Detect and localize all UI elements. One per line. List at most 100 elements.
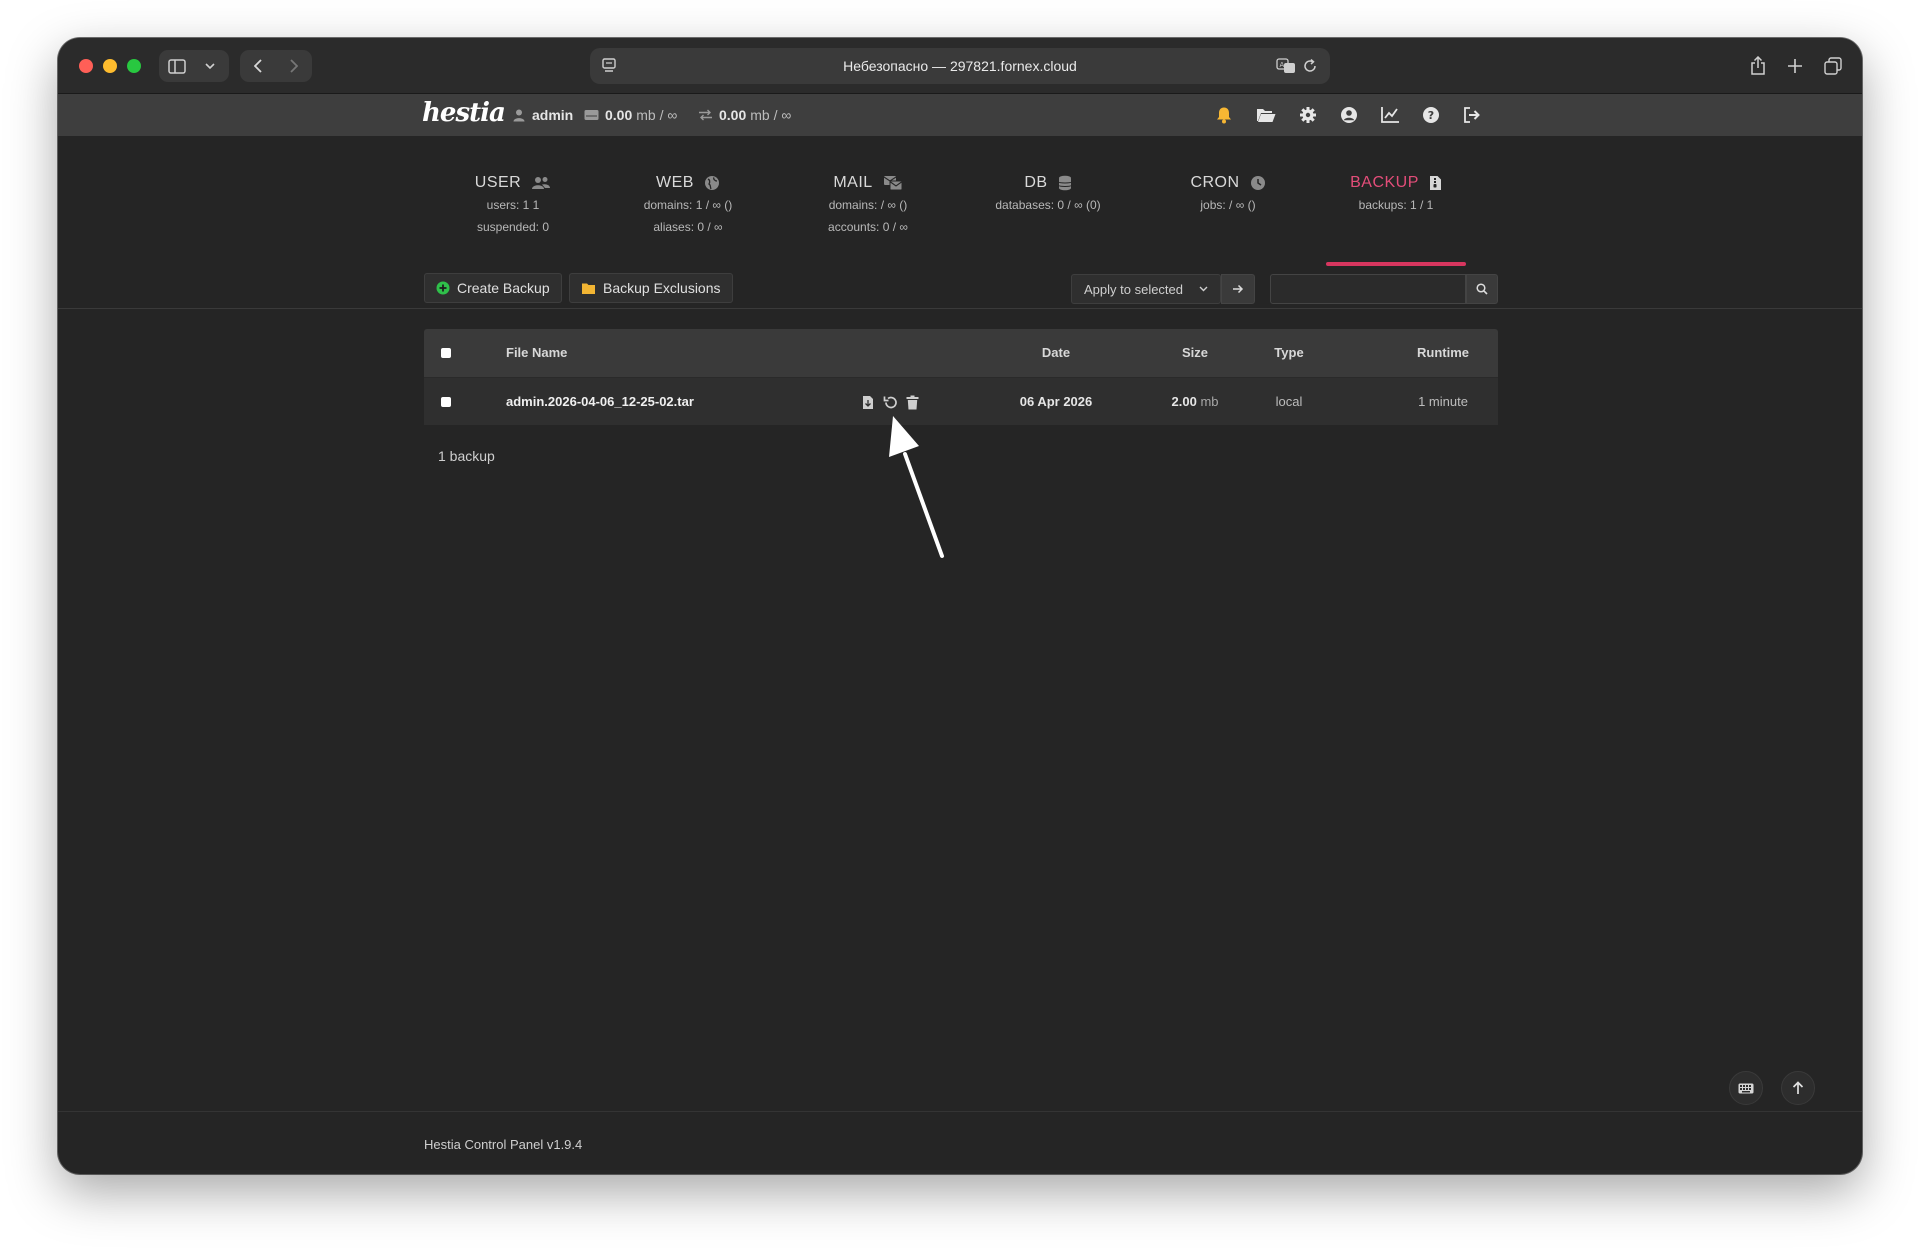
chevron-down-icon [1199,286,1208,292]
delete-backup-button[interactable] [904,393,920,411]
chevron-left-icon [254,59,262,73]
tab-web-line1: domains: 1 / ∞ () [643,198,733,212]
bell-icon [1217,107,1231,124]
col-type[interactable]: Type [1244,329,1334,377]
server-settings-button[interactable] [1298,105,1318,125]
tab-web-label: WEB [656,174,694,191]
scroll-to-top-button[interactable] [1781,1071,1815,1105]
database-icon [1058,175,1072,191]
logout-button[interactable] [1462,105,1482,125]
tab-cron[interactable]: CRON jobs: / ∞ () [1158,172,1298,216]
zoom-window-button[interactable] [127,59,141,73]
globe-icon [704,176,719,190]
plus-circle-icon [436,281,450,295]
statistics-button[interactable] [1380,105,1400,125]
header-user[interactable]: admin [512,94,573,136]
tab-user[interactable]: USER users: 1 1 suspended: 0 [443,172,583,238]
tab-web-title: WEB [618,172,758,194]
row-size-unit: mb [1200,394,1219,409]
backup-toolbar: Create Backup Backup Exclusions Apply to… [58,267,1862,309]
restore-backup-button[interactable] [882,393,898,411]
create-backup-label: Create Backup [457,280,550,296]
chart-line-icon [1381,107,1399,123]
tab-mail[interactable]: MAIL domains: / ∞ () accounts: 0 / ∞ [798,172,938,238]
row-checkbox[interactable] [441,397,451,407]
table-header: File Name Date Size Type Runtime [424,329,1498,377]
header-disk-usage: 0.00 mb / ∞ [584,94,677,136]
file-download-icon [863,395,873,409]
tab-overview-button[interactable] [1818,50,1848,82]
transfer-arrows-icon [699,109,712,121]
select-all-checkbox[interactable] [441,348,451,358]
download-backup-button[interactable] [860,393,876,411]
address-bar[interactable]: Небезопасно — 297821.fornex.cloud A [590,48,1330,84]
col-file-name[interactable]: File Name [506,329,567,377]
disk-usage-value: 0.00 [605,107,633,123]
tab-backup-title: BACKUP [1326,172,1466,194]
backup-count: 1 backup [438,448,495,464]
folder-open-icon [1257,109,1276,122]
tab-mail-title: MAIL [798,172,938,194]
svg-text:A: A [1280,61,1285,69]
share-button[interactable] [1743,50,1773,82]
tab-backup-label: BACKUP [1350,174,1419,191]
row-actions [860,393,920,411]
folder-icon [582,283,595,294]
create-backup-button[interactable]: Create Backup [424,273,562,303]
tab-web[interactable]: WEB domains: 1 / ∞ () aliases: 0 / ∞ [618,172,758,238]
close-window-button[interactable] [79,59,93,73]
undo-icon [883,396,897,408]
tab-user-title: USER [443,172,583,194]
user-account-button[interactable] [1339,105,1359,125]
new-tab-button[interactable] [1780,50,1810,82]
address-text: Небезопасно — 297821.fornex.cloud [843,58,1077,74]
sidebar-toggle-group [159,50,229,82]
keyboard-shortcuts-button[interactable] [1729,1071,1763,1105]
tab-mail-line2: accounts: 0 / ∞ [828,220,908,234]
row-type: local [1275,394,1303,409]
backups-table: File Name Date Size Type Runtime admin.2… [424,329,1498,425]
table-row: admin.2026-04-06_12-25-02.tar 06 Apr 202… [424,377,1498,425]
footer-divider [58,1111,1862,1112]
hestia-logo[interactable]: hestia [422,98,506,128]
tab-user-label: USER [474,174,522,191]
forward-button[interactable] [276,50,312,82]
row-size-value: 2.00 [1171,394,1197,409]
col-size[interactable]: Size [1150,329,1240,377]
chevron-down-icon [205,62,215,69]
col-date[interactable]: Date [986,329,1126,377]
help-button[interactable]: ? [1421,105,1441,125]
browser-window: Небезопасно — 297821.fornex.cloud A hest… [58,38,1862,1174]
sidebar-toggle-button[interactable] [159,50,195,82]
trash-icon [906,395,918,409]
tab-mail-line1: domains: / ∞ () [828,198,908,212]
minimize-window-button[interactable] [103,59,117,73]
file-manager-button[interactable] [1256,105,1276,125]
browser-titlebar: Небезопасно — 297821.fornex.cloud A [58,38,1862,94]
header-bandwidth-usage: 0.00 mb / ∞ [698,94,791,136]
col-runtime[interactable]: Runtime [1388,329,1498,377]
arrow-right-icon [1233,284,1244,294]
search-button[interactable] [1466,274,1498,304]
stats-tabs: USER users: 1 1 suspended: 0 WEB domains… [58,136,1862,264]
mail-icon [883,176,903,191]
backup-exclusions-button[interactable]: Backup Exclusions [569,273,733,303]
row-file-name[interactable]: admin.2026-04-06_12-25-02.tar [506,378,694,426]
bulk-action-select[interactable]: Apply to selected [1071,274,1221,304]
reload-icon[interactable] [1302,58,1318,79]
bandwidth-value: 0.00 [719,107,747,123]
search-icon [1476,283,1488,295]
tab-db-title: DB [978,172,1118,194]
user-circle-icon [1341,107,1357,123]
translate-icon[interactable]: A [1276,57,1296,80]
apply-action-button[interactable] [1221,274,1255,304]
tab-group-menu-button[interactable] [195,50,225,82]
bulk-action-label: Apply to selected [1084,281,1184,297]
keyboard-icon [1738,1083,1754,1093]
tab-user-line2: suspended: 0 [476,220,550,234]
search-input[interactable] [1270,274,1466,304]
tab-backup[interactable]: BACKUP backups: 1 / 1 [1326,172,1466,216]
back-button[interactable] [240,50,276,82]
notifications-button[interactable] [1214,105,1234,125]
tab-db[interactable]: DB databases: 0 / ∞ (0) [978,172,1118,216]
